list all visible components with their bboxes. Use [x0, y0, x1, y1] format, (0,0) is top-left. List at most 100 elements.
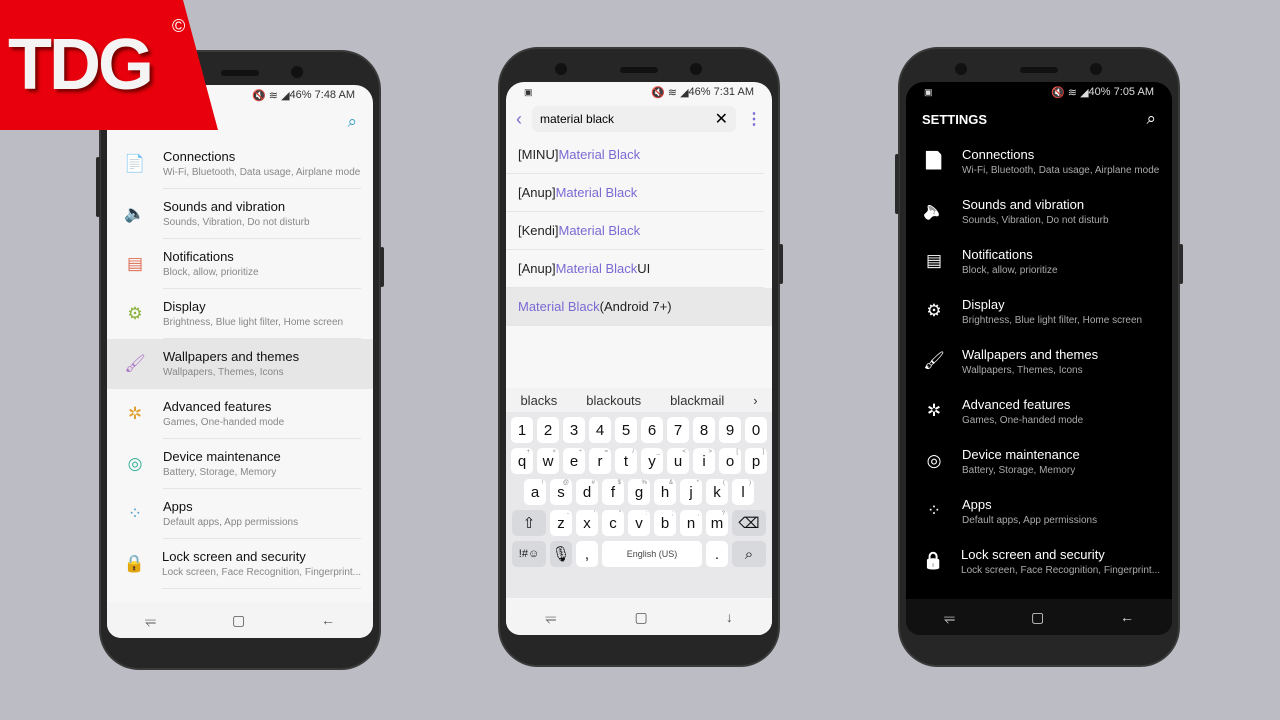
settings-list: 📄 Connections Wi-Fi, Bluetooth, Data usage… — [906, 136, 1172, 586]
settings-item[interactable]: 🔈 Sounds and vibration Sounds, Vibration, … — [906, 186, 1172, 236]
more-options-icon[interactable]: ⋮ — [746, 109, 762, 129]
settings-item-text: Connections Wi-Fi, Bluetooth, Data usage,… — [962, 136, 1160, 186]
key-p[interactable]: p] — [745, 448, 767, 474]
search-result[interactable]: Material Black (Android 7+) — [506, 288, 772, 326]
settings-item[interactable]: ⚙ Display Brightness, Blue light filter, H… — [107, 289, 373, 339]
key-i[interactable]: i > — [693, 448, 715, 474]
recents-icon[interactable]: ⥫ — [944, 609, 955, 626]
settings-item[interactable]: ✲ Advanced features Games, One-handed mode — [107, 389, 373, 439]
settings-item[interactable]: 🔈 Sounds and vibration Sounds, Vibration, … — [107, 189, 373, 239]
status-icons: 🔇 ≋ ◢ — [651, 86, 689, 99]
settings-item[interactable]: ⚙ Display Brightness, Blue light filter, H… — [906, 286, 1172, 336]
clock: 7:48 AM — [314, 89, 355, 101]
suggestion[interactable]: blackmail — [670, 393, 724, 408]
symbols-key[interactable]: !#☺ — [512, 541, 546, 567]
settings-item-title: Connections — [163, 149, 236, 164]
home-icon[interactable]: ▢ — [634, 609, 647, 626]
settings-item-subtitle: Games, One-handed mode — [163, 417, 285, 428]
comma-key[interactable]: , — [576, 541, 598, 567]
settings-item[interactable]: 📄 Connections Wi-Fi, Bluetooth, Data usage… — [107, 139, 373, 189]
microphone-key[interactable]: 🎙 — [550, 541, 572, 567]
key-o[interactable]: o[ — [719, 448, 741, 474]
back-icon[interactable]: ‹ — [516, 109, 522, 130]
settings-item[interactable]: ◎ Device maintenance Battery, Storage, Mem… — [906, 436, 1172, 486]
suggestion[interactable]: blacks — [520, 393, 557, 408]
settings-item[interactable]: 📄 Connections Wi-Fi, Bluetooth, Data usage… — [906, 136, 1172, 186]
settings-item[interactable]: ▤ Notifications Block, allow, prioritize — [906, 236, 1172, 286]
home-icon[interactable]: ▢ — [1031, 609, 1044, 626]
key-r[interactable]: r = — [589, 448, 611, 474]
key-u[interactable]: u < — [667, 448, 689, 474]
key-z[interactable]: z- — [550, 510, 572, 536]
settings-item-icon: 🔒 — [123, 554, 146, 573]
key-0[interactable]: 0 — [745, 417, 767, 443]
search-result[interactable]: [MINU] Material Black — [506, 136, 764, 174]
key-b[interactable]: b; — [654, 510, 676, 536]
clear-icon[interactable]: ✕ — [715, 109, 728, 129]
backspace-key[interactable]: ⌫ — [732, 510, 766, 536]
settings-item[interactable]: 🔒 Lock screen and security Lock screen, Fa… — [906, 536, 1172, 586]
screen: 🔇 ≋ ◢ 46% 7:48 AM ⌕ 📄 Connections Wi-Fi, B… — [107, 85, 373, 638]
key-x[interactable]: x ' — [576, 510, 598, 536]
search-key[interactable]: ⌕ — [732, 541, 766, 567]
search-result[interactable]: [Kendi] Material Black — [506, 212, 764, 250]
key-g[interactable]: g% — [628, 479, 650, 505]
settings-item[interactable]: 🔒 Lock screen and security Lock screen, Fa… — [107, 539, 373, 589]
more-suggestions-icon[interactable]: › — [753, 393, 757, 408]
key-h[interactable]: h & — [654, 479, 676, 505]
key-n[interactable]: n, — [680, 510, 702, 536]
key-7[interactable]: 7 — [667, 417, 689, 443]
key-f[interactable]: f $ — [602, 479, 624, 505]
settings-item-text: Display Brightness, Blue light filter, Ho… — [163, 289, 361, 339]
hide-keyboard-icon[interactable]: ↓ — [726, 609, 733, 625]
key-d[interactable]: d # — [576, 479, 598, 505]
settings-item[interactable]: ⁘ Apps Default apps, App permissions — [906, 486, 1172, 536]
search-input[interactable]: material black ✕ — [532, 106, 736, 132]
settings-item[interactable]: 🖌 Wallpapers and themes Wallpapers, Themes… — [107, 339, 373, 389]
key-9[interactable]: 9 — [719, 417, 741, 443]
key-e[interactable]: e ÷ — [563, 448, 585, 474]
camera — [291, 66, 303, 78]
search-icon[interactable]: ⌕ — [347, 112, 357, 132]
suggestion[interactable]: blackouts — [586, 393, 641, 408]
settings-item[interactable]: ⁘ Apps Default apps, App permissions — [107, 489, 373, 539]
key-1[interactable]: 1 — [511, 417, 533, 443]
key-3[interactable]: 3 — [563, 417, 585, 443]
settings-item[interactable]: ◎ Device maintenance Battery, Storage, Mem… — [107, 439, 373, 489]
recents-icon[interactable]: ⥫ — [145, 612, 156, 629]
back-icon[interactable]: ← — [1120, 609, 1134, 625]
space-key[interactable]: English (US) — [602, 541, 702, 567]
search-results: [MINU] Material Black [Anup] Material Blac… — [506, 136, 772, 326]
key-q[interactable]: q + — [511, 448, 533, 474]
home-icon[interactable]: ▢ — [232, 612, 245, 629]
key-k[interactable]: k( — [706, 479, 728, 505]
search-result[interactable]: [Anup] Material Black — [506, 174, 764, 212]
settings-item[interactable]: 🖌 Wallpapers and themes Wallpapers, Themes… — [906, 336, 1172, 386]
key-2[interactable]: 2 — [537, 417, 559, 443]
key-j[interactable]: j * — [680, 479, 702, 505]
settings-item[interactable]: ▤ Notifications Block, allow, prioritize — [107, 239, 373, 289]
key-t[interactable]: t / — [615, 448, 637, 474]
search-icon[interactable]: ⌕ — [1146, 109, 1156, 129]
key-alt: ' — [593, 511, 595, 517]
key-m[interactable]: m? — [706, 510, 728, 536]
settings-item-text: Advanced features Games, One-handed mode — [163, 389, 361, 439]
shift-key[interactable]: ⇧ — [512, 510, 546, 536]
search-result[interactable]: [Anup] Material Black UI — [506, 250, 764, 288]
key-4[interactable]: 4 — [589, 417, 611, 443]
key-y[interactable]: y _ — [641, 448, 663, 474]
back-icon[interactable]: ← — [321, 612, 335, 628]
key-c[interactable]: c " — [602, 510, 624, 536]
key-l[interactable]: l) — [732, 479, 754, 505]
settings-item[interactable]: ✲ Advanced features Games, One-handed mode — [906, 386, 1172, 436]
key-s[interactable]: s @ — [550, 479, 572, 505]
key-w[interactable]: w × — [537, 448, 559, 474]
recents-icon[interactable]: ⥫ — [545, 609, 556, 626]
settings-item-icon: 📄 — [923, 151, 945, 170]
key-6[interactable]: 6 — [641, 417, 663, 443]
key-a[interactable]: a! — [524, 479, 546, 505]
period-key[interactable]: . — [706, 541, 728, 567]
key-8[interactable]: 8 — [693, 417, 715, 443]
key-5[interactable]: 5 — [615, 417, 637, 443]
key-v[interactable]: v: — [628, 510, 650, 536]
